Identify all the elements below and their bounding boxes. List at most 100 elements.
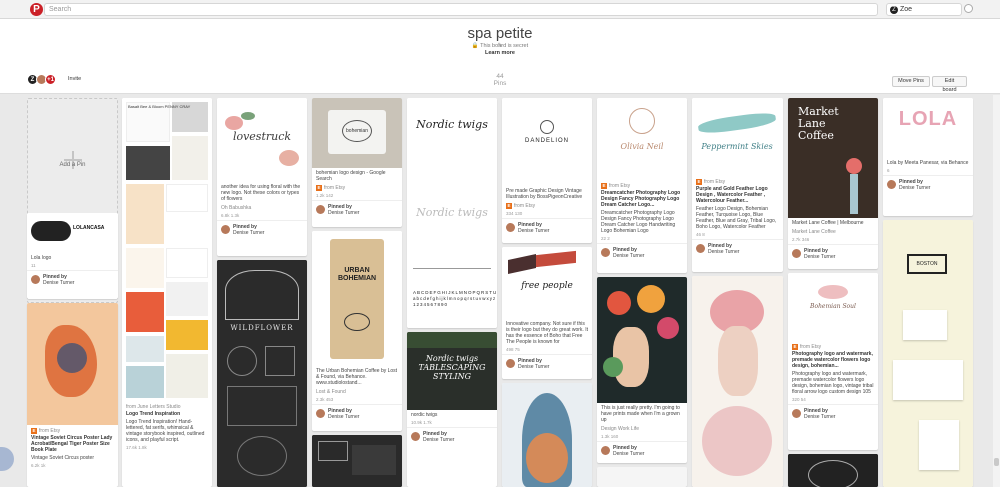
pin-image-text: free people (521, 281, 573, 291)
pin-card[interactable] (692, 276, 783, 487)
pin-source-text: from June Letters Studio (126, 404, 181, 410)
pin-stats: 6.2k 1k (31, 463, 46, 468)
pin-source[interactable]: Efrom Etsy (597, 180, 687, 189)
pinner-info[interactable]: Pinned by Denise Turner (27, 270, 118, 289)
pin-stats: 320 54 (792, 397, 806, 402)
pin-card[interactable] (312, 435, 402, 487)
pin-image-text: WILDFLOWER (230, 324, 294, 332)
edit-board-button[interactable]: Edit board (932, 76, 967, 93)
pin-title: Logo Trend Inspiration (126, 411, 181, 417)
pinner-info[interactable]: Pinned by Denise Turner (407, 427, 497, 446)
board-title: spa petite (467, 25, 533, 42)
pin-count-label: Pins (493, 80, 507, 87)
pin-card[interactable]: LOLA Lola by Meeta Panesar, via Behance … (883, 98, 973, 216)
pinner-info[interactable]: Pinned by Denise Turner (883, 175, 973, 194)
pin-card[interactable] (502, 383, 592, 487)
pin-description: another idea for using floral with the n… (221, 184, 301, 202)
pin-card[interactable]: Efrom Etsy Vintage Soviet Circus Poster … (27, 303, 118, 487)
avatar (411, 432, 420, 441)
pin-card[interactable]: Nordic twigs TABLESCAPING STYLING nordic… (407, 332, 497, 487)
pinner-name: Denise Turner (328, 209, 360, 216)
pinner-name: Denise Turner (708, 248, 740, 255)
pin-card[interactable]: Bohemian Soul Efrom Etsy Photography log… (788, 273, 878, 450)
pin-source[interactable]: Efrom Etsy (788, 341, 878, 350)
pin-card[interactable]: bohemian bohemian logo design - Google S… (312, 98, 402, 227)
pinner-info[interactable]: Pinned by Denise Turner (788, 404, 878, 423)
pinner-info[interactable]: Pinned by Denise Turner (312, 200, 402, 219)
pin-card[interactable]: URBAN BOHEMIAN The Urban Bohemian Coffee… (312, 231, 402, 431)
pinner-name: Denise Turner (804, 253, 836, 260)
pinner-info[interactable]: Pinned by Denise Turner (502, 218, 592, 237)
pinner-info[interactable]: Pinned by Denise Turner (502, 354, 592, 373)
collaborator-count-badge[interactable]: +1 (45, 74, 56, 85)
pin-card[interactable]: WILDFLOWER (217, 260, 307, 487)
pinterest-logo[interactable]: P (30, 3, 43, 16)
pin-card[interactable]: Nordic twigs Nordic twigs ABCDEFGHIJKLMN… (407, 98, 497, 328)
pin-count: 44 Pins (482, 73, 518, 87)
pin-source[interactable]: Oh Babushka (217, 202, 307, 211)
pin-card[interactable]: free people Innovative company. Not sure… (502, 247, 592, 379)
pinner-info[interactable]: Pinned by Denise Turner (692, 239, 783, 258)
pin-image-text: Bohemian Soul (810, 303, 856, 310)
avatar (316, 409, 325, 418)
pin-source[interactable]: Lost & Found (312, 386, 402, 395)
pin-card[interactable]: LOLANCASA Lola logo 11 Pinned by Denise T… (27, 213, 118, 299)
pin-card[interactable]: BOSTON (883, 220, 973, 487)
pin-stats: 17.6k 1.8k (126, 445, 147, 450)
pin-card[interactable]: Peppermint Skies Efrom Etsy Purple and G… (692, 98, 783, 272)
avatar (696, 244, 705, 253)
pin-image (788, 454, 878, 487)
pin-source-text: Oh Babushka (221, 205, 252, 211)
avatar (221, 225, 230, 234)
pin-image (597, 277, 687, 403)
pinner-name: Denise Turner (899, 184, 931, 191)
secret-notice: 🔒 This board is secret (471, 43, 529, 49)
pin-stats: 22 2 (601, 236, 610, 241)
scrollbar[interactable] (993, 95, 1000, 487)
notification-icon[interactable] (964, 4, 973, 13)
learn-more-link[interactable]: Learn more (0, 50, 1000, 56)
avatar (601, 446, 610, 455)
pin-description: Logo Trend Inspiration! Hand-lettered, f… (126, 419, 205, 443)
pin-source[interactable]: from June Letters Studio (122, 401, 212, 410)
avatar (506, 223, 515, 232)
pin-stats: 46 8 (696, 232, 705, 237)
pin-source[interactable]: Efrom Etsy (27, 425, 118, 434)
top-bar: P Search Z Zoe (0, 0, 1000, 19)
pin-description: The Urban Bohemian Coffee by Lost & Foun… (316, 368, 398, 386)
pin-source[interactable]: Efrom Etsy (312, 182, 402, 191)
user-menu[interactable]: Z Zoe (886, 3, 962, 16)
pin-description: Feather Logo Design, Bohemian Feather, T… (696, 206, 777, 230)
search-input[interactable]: Search (44, 3, 878, 16)
pin-card[interactable] (788, 454, 878, 487)
add-pin-label: Add a Pin (59, 162, 86, 168)
pinner-info[interactable]: Pinned by Denise Turner (788, 244, 878, 263)
move-pins-button[interactable]: Move Pins (892, 76, 930, 87)
pin-card[interactable]: Market Lane Coffee Market Lane Coffee | … (788, 98, 878, 269)
pinner-name: Denise Turner (423, 436, 455, 443)
pin-card[interactable]: This is just really pretty. I'm going to… (597, 277, 687, 463)
pin-source-text: from Etsy (324, 185, 346, 191)
pinner-info[interactable]: Pinned by Denise Turner (597, 441, 687, 460)
pin-image: Olivia Neil (597, 98, 687, 180)
pin-grid: Add a Pin LOLANCASA Lola logo 11 Pinned … (0, 95, 1000, 487)
pin-card[interactable] (597, 467, 687, 487)
pin-source[interactable]: Market Lane Coffee (788, 226, 878, 235)
pin-card[interactable]: lovestruck another idea for using floral… (217, 98, 307, 256)
pinner-info[interactable]: Pinned by Denise Turner (217, 220, 307, 239)
pinner-info[interactable]: Pinned by Denise Turner (597, 243, 687, 262)
invite-link[interactable]: Invite (68, 76, 81, 82)
pin-image-text: bohemian (342, 120, 372, 142)
scrollbar-thumb[interactable] (994, 458, 999, 466)
pin-source[interactable]: Design Work Life (597, 423, 687, 432)
pin-card[interactable]: DANDELION Pre made Graphic Design Vintag… (502, 98, 592, 243)
pin-description: Dreamcatcher Photography Logo Design Fan… (601, 210, 676, 234)
pin-card[interactable]: Basalt Bee & Bloom PENNY CRAY MANHATTAN … (122, 98, 212, 487)
pinner-name: Denise Turner (233, 229, 265, 236)
pin-source[interactable]: Efrom Etsy (502, 200, 592, 209)
pinner-info[interactable]: Pinned by Denise Turner (312, 404, 402, 423)
pin-stats: 334 130 (506, 211, 523, 216)
pin-source[interactable]: Efrom Etsy (692, 176, 783, 185)
pin-image: BOSTON (883, 220, 973, 487)
pin-card[interactable]: Olivia Neil Efrom Etsy Dreamcatcher Phot… (597, 98, 687, 273)
